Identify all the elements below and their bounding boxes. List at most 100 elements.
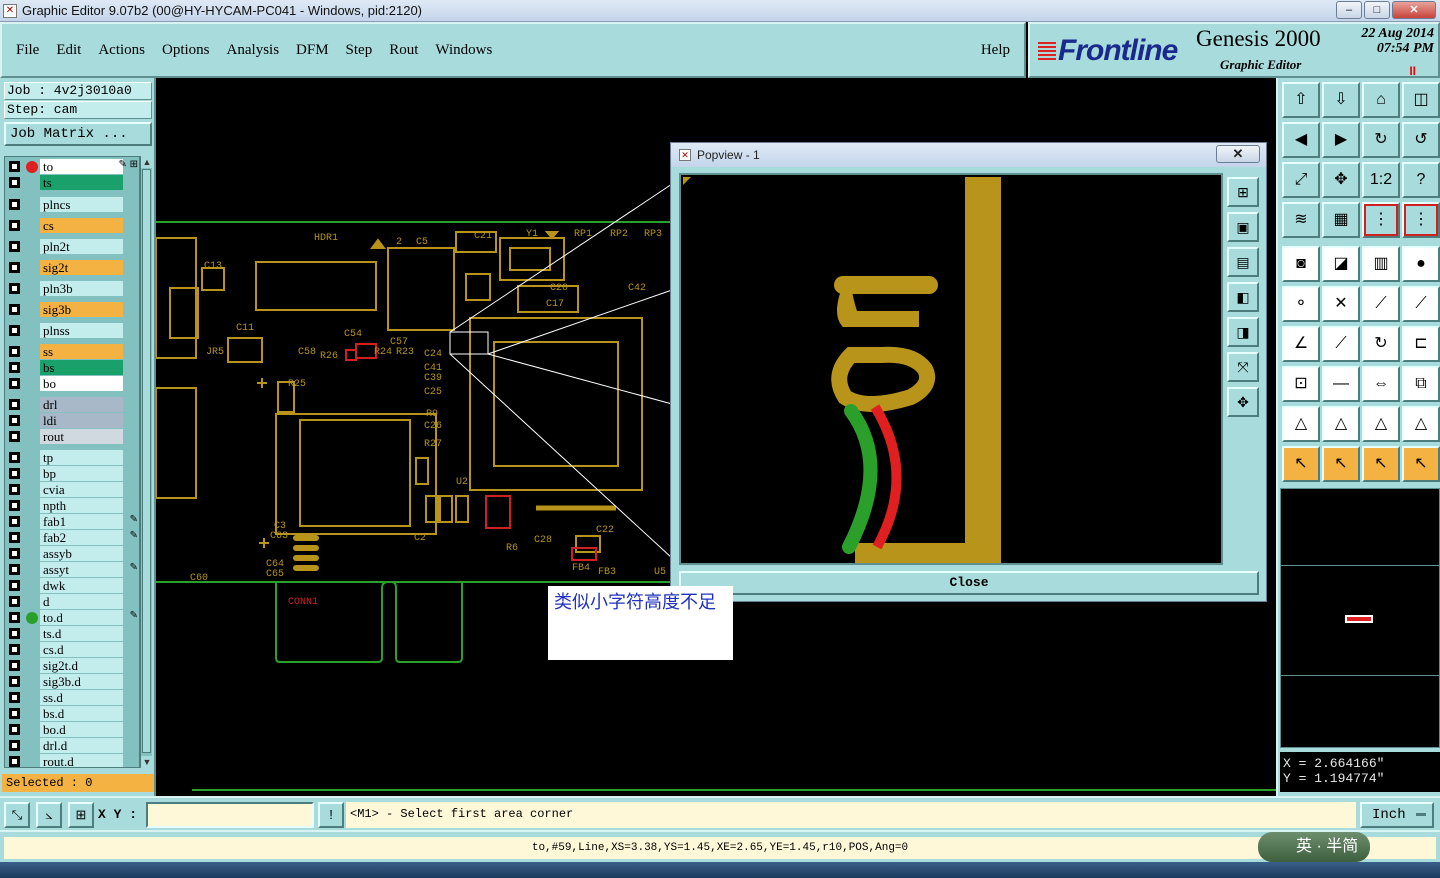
menu-file[interactable]: File [16, 42, 39, 59]
layer-checkbox[interactable] [9, 399, 20, 410]
layer-checkbox[interactable] [9, 532, 20, 543]
layer-checkbox[interactable] [9, 548, 20, 559]
tool-icon[interactable]: ⋮ [1362, 202, 1400, 238]
layer-name[interactable]: ss.d [40, 690, 123, 705]
layer-name[interactable]: pln3b [40, 281, 123, 296]
layer-row[interactable]: sig2t.d [5, 658, 139, 673]
layer-row[interactable]: ts.d [5, 626, 139, 641]
layer-checkbox[interactable] [9, 199, 20, 210]
layer-checkbox[interactable] [9, 644, 20, 655]
popview-close-button[interactable]: Close [679, 571, 1259, 595]
menu-windows[interactable]: Windows [435, 42, 492, 59]
tool-icon[interactable]: ⊏ [1402, 326, 1440, 362]
layer-checkbox[interactable] [9, 346, 20, 357]
layer-name[interactable]: bo.d [40, 722, 123, 737]
layer-checkbox[interactable] [9, 564, 20, 575]
layer-row[interactable]: pln2t [5, 239, 139, 254]
layer-name[interactable]: plncs [40, 197, 123, 212]
layer-name[interactable]: rout [40, 429, 123, 444]
layer-name[interactable]: bs.d [40, 706, 123, 721]
layer-row[interactable]: drl [5, 397, 139, 412]
layer-row[interactable]: cs.d [5, 642, 139, 657]
tool-icon[interactable]: △ [1282, 406, 1320, 442]
tool-icon[interactable]: ⟋ [1402, 286, 1440, 322]
layer-name[interactable]: bo [40, 376, 123, 391]
layer-checkbox[interactable] [9, 262, 20, 273]
layer-row[interactable]: pln3b [5, 281, 139, 296]
layer-checkbox[interactable] [9, 362, 20, 373]
layer-name[interactable]: tp [40, 450, 123, 465]
scroll-down-icon[interactable]: ▼ [141, 756, 153, 768]
tool-icon[interactable]: ↖ [1362, 446, 1400, 482]
menu-rout[interactable]: Rout [389, 42, 418, 59]
units-select[interactable]: Inch [1360, 802, 1434, 828]
layer-row[interactable]: sig3b.d [5, 674, 139, 689]
layer-row[interactable]: d [5, 594, 139, 609]
layer-checkbox[interactable] [9, 500, 20, 511]
layer-checkbox[interactable] [9, 161, 20, 172]
layer-row[interactable]: plncs [5, 197, 139, 212]
popview-tool-icon[interactable]: ✥ [1227, 387, 1259, 417]
layer-row[interactable]: fab2 ✎ [5, 530, 139, 545]
layer-row[interactable]: ldi [5, 413, 139, 428]
layer-checkbox[interactable] [9, 452, 20, 463]
layer-row[interactable]: plnss [5, 323, 139, 338]
ime-indicator[interactable]: 英 · 半简 [1258, 832, 1370, 862]
layer-row[interactable]: bs [5, 360, 139, 375]
tool-icon[interactable]: ↻ [1362, 326, 1400, 362]
popview-tool-icon[interactable]: ▣ [1227, 212, 1259, 242]
popview-tool-icon[interactable]: ⊞ [1227, 177, 1259, 207]
layer-row[interactable]: ts [5, 175, 139, 190]
menu-options[interactable]: Options [162, 42, 210, 59]
tool-icon[interactable]: ⟋ [1362, 286, 1400, 322]
layer-name[interactable]: to.d [40, 610, 123, 625]
layer-name[interactable]: pln2t [40, 239, 123, 254]
layer-row[interactable]: assyb [5, 546, 139, 561]
layer-checkbox[interactable] [9, 468, 20, 479]
layer-checkbox[interactable] [9, 692, 20, 703]
layer-checkbox[interactable] [9, 283, 20, 294]
layer-name[interactable]: assyb [40, 546, 123, 561]
layer-name[interactable]: bp [40, 466, 123, 481]
layer-checkbox[interactable] [9, 676, 20, 687]
measure-icon[interactable]: ⦣ [36, 802, 62, 828]
popview-tool-icon[interactable]: ◨ [1227, 317, 1259, 347]
bang-button[interactable]: ! [318, 802, 344, 828]
menu-help[interactable]: Help [981, 42, 1010, 59]
tool-icon[interactable]: ↖ [1322, 446, 1360, 482]
tool-icon[interactable]: △ [1402, 406, 1440, 442]
popview-close-icon[interactable]: ✕ [1216, 145, 1260, 163]
layer-checkbox[interactable] [9, 580, 20, 591]
layer-row[interactable]: drl.d [5, 738, 139, 753]
layer-checkbox[interactable] [9, 516, 20, 527]
tool-icon[interactable]: ↖ [1402, 446, 1440, 482]
grid-icon[interactable]: ⊞ [68, 802, 94, 828]
tool-icon[interactable]: ⇧ [1282, 82, 1320, 118]
layer-checkbox[interactable] [9, 220, 20, 231]
close-window-button[interactable]: ✕ [1392, 1, 1436, 19]
layer-name[interactable]: cvia [40, 482, 123, 497]
tool-icon[interactable]: ◫ [1402, 82, 1440, 118]
zoom-area-icon[interactable]: ⤡ [4, 802, 30, 828]
popview-canvas[interactable] [679, 173, 1223, 565]
layer-row[interactable]: rout.d [5, 754, 139, 767]
layer-name[interactable]: drl [40, 397, 123, 412]
tool-icon[interactable]: ⧉ [1402, 366, 1440, 402]
layer-checkbox[interactable] [9, 740, 20, 751]
layer-name[interactable]: fab2 [40, 530, 123, 545]
tool-icon[interactable]: ▦ [1322, 202, 1360, 238]
layer-row[interactable]: fab1 ✎ [5, 514, 139, 529]
layer-checkbox[interactable] [9, 612, 20, 623]
tool-icon[interactable]: ⇩ [1322, 82, 1360, 118]
popview-tool-icon[interactable]: ◧ [1227, 282, 1259, 312]
job-matrix-button[interactable]: Job Matrix ... [4, 122, 152, 146]
layer-row[interactable]: bo.d [5, 722, 139, 737]
overview-viewport[interactable] [1345, 615, 1373, 623]
layer-name[interactable]: ts.d [40, 626, 123, 641]
layer-row[interactable]: cs [5, 218, 139, 233]
tool-icon[interactable]: ≋ [1282, 202, 1320, 238]
tool-icon[interactable]: ✕ [1322, 286, 1360, 322]
tool-icon[interactable]: ✥ [1322, 162, 1360, 198]
layer-row[interactable]: tp [5, 450, 139, 465]
layer-row[interactable]: bp [5, 466, 139, 481]
